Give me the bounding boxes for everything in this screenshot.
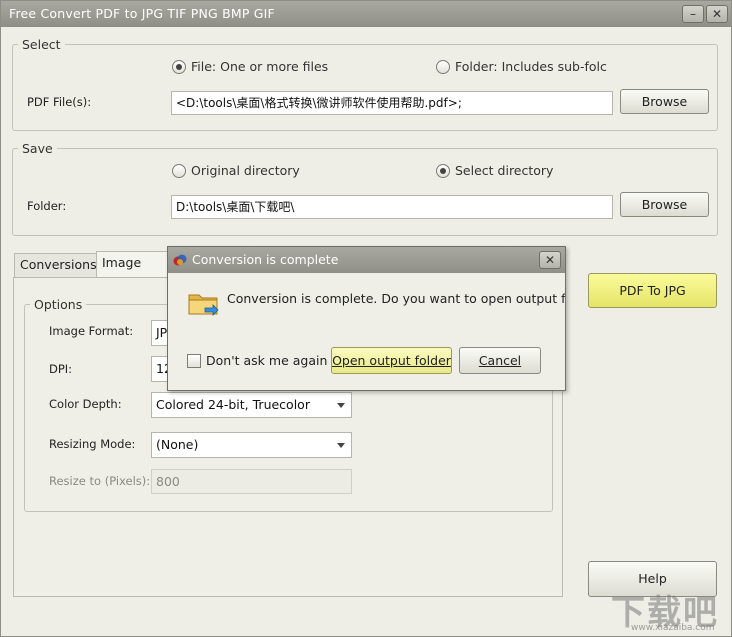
select-directory-label: Select directory <box>455 163 554 178</box>
select-directory-radio[interactable]: Select directory <box>436 163 553 178</box>
title-bar: Free Convert PDF to JPG TIF PNG BMP GIF … <box>1 1 731 27</box>
options-legend: Options <box>30 297 87 312</box>
resize-to-label: Resize to (Pixels): <box>49 474 151 488</box>
window-title: Free Convert PDF to JPG TIF PNG BMP GIF <box>9 6 275 21</box>
browse-folder-button[interactable]: Browse <box>620 192 709 217</box>
checkbox-unchecked-icon <box>187 353 201 368</box>
pdf-files-label: PDF File(s): <box>27 95 92 109</box>
close-button[interactable]: ✕ <box>706 5 728 23</box>
color-depth-select[interactable]: Colored 24-bit, Truecolor <box>151 392 352 418</box>
watermark-logo: 下载吧 www.xiazaiba.com <box>593 583 731 637</box>
browse-pdf-button[interactable]: Browse <box>620 89 709 114</box>
app-logo-icon <box>173 254 187 266</box>
resize-to-value: 800 <box>156 474 180 489</box>
color-depth-value: Colored 24-bit, Truecolor <box>156 397 310 412</box>
minimize-button[interactable]: – <box>682 5 704 23</box>
dont-ask-checkbox[interactable]: Don't ask me again <box>187 353 327 368</box>
dpi-label: DPI: <box>49 362 73 376</box>
file-radio-label: File: One or more files <box>191 59 329 74</box>
cancel-label: Cancel <box>478 353 522 368</box>
dialog-title-bar: Conversion is complete ✕ <box>168 247 565 273</box>
convert-button[interactable]: PDF To JPG <box>588 273 717 308</box>
folder-input[interactable]: D:\tools\桌面\下载吧\ <box>171 195 613 219</box>
dialog-message: Conversion is complete. Do you want to o… <box>227 291 565 306</box>
folder-radio[interactable]: Folder: Includes sub-folc <box>436 59 607 74</box>
resizing-mode-label: Resizing Mode: <box>49 437 136 451</box>
main-window: Free Convert PDF to JPG TIF PNG BMP GIF … <box>0 0 732 637</box>
watermark-url: www.xiazaiba.com <box>631 623 715 633</box>
save-legend: Save <box>18 141 57 156</box>
pdf-files-input[interactable]: <D:\tools\桌面\格式转换\微讲师软件使用帮助.pdf>; <box>171 91 613 115</box>
dont-ask-label: Don't ask me again <box>206 353 328 368</box>
radio-selected-icon <box>172 59 186 74</box>
resize-to-input[interactable]: 800 <box>151 469 352 494</box>
color-depth-label: Color Depth: <box>49 397 122 411</box>
dialog-title: Conversion is complete <box>192 252 339 267</box>
cancel-button[interactable]: Cancel <box>459 347 541 374</box>
tab-image-options[interactable]: Image Opti <box>96 251 170 292</box>
select-group <box>12 44 718 131</box>
radio-unselected-icon <box>436 59 450 74</box>
select-legend: Select <box>18 37 65 52</box>
chevron-down-icon <box>337 443 345 448</box>
open-output-folder-label: Open output folder <box>332 353 451 368</box>
folder-icon <box>188 294 219 316</box>
open-output-folder-button[interactable]: Open output folder <box>331 347 452 374</box>
radio-selected-icon <box>436 163 450 178</box>
folder-label: Folder: <box>27 199 67 213</box>
file-radio[interactable]: File: One or more files <box>172 59 328 74</box>
resizing-mode-select[interactable]: (None) <box>151 432 352 458</box>
save-group <box>12 148 718 236</box>
conversion-complete-dialog: Conversion is complete ✕ Conversion is c… <box>167 246 566 391</box>
tab-conversions[interactable]: Conversions <box>14 253 103 277</box>
original-directory-radio[interactable]: Original directory <box>172 163 300 178</box>
image-format-label: Image Format: <box>49 324 134 338</box>
folder-radio-label: Folder: Includes sub-folc <box>455 59 607 74</box>
chevron-down-icon <box>337 403 345 408</box>
radio-unselected-icon <box>172 163 186 178</box>
image-format-value: JP <box>156 325 168 340</box>
original-directory-label: Original directory <box>191 163 300 178</box>
resizing-mode-value: (None) <box>156 437 199 452</box>
dialog-close-button[interactable]: ✕ <box>539 251 561 269</box>
